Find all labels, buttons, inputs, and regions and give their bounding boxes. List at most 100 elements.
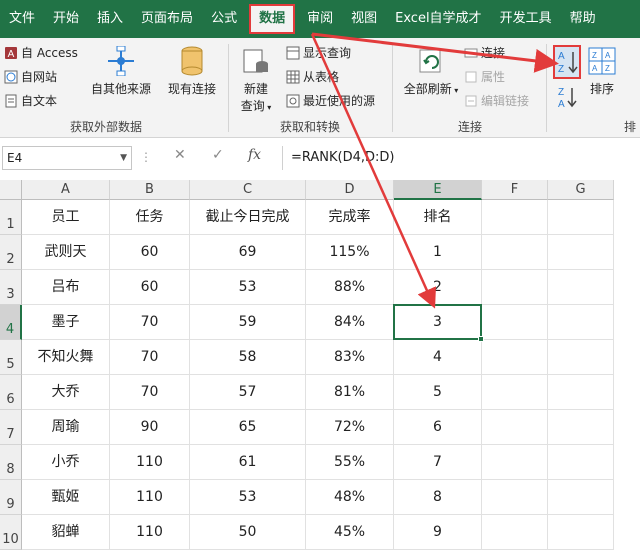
tab-help[interactable]: 帮助: [561, 0, 605, 38]
column-header-e[interactable]: E: [394, 180, 482, 200]
cancel-icon[interactable]: ✕: [174, 147, 186, 163]
tab-formulas[interactable]: 公式: [202, 0, 246, 38]
tab-excel-self-study[interactable]: Excel自学成才: [386, 0, 490, 38]
column-header-b[interactable]: B: [110, 180, 190, 200]
cell-f7[interactable]: [482, 410, 548, 445]
cell-a4[interactable]: 墨子: [22, 305, 110, 340]
cell-e3[interactable]: 2: [394, 270, 482, 305]
column-header-a[interactable]: A: [22, 180, 110, 200]
row-header-3[interactable]: 3: [0, 270, 22, 305]
tab-home[interactable]: 开始: [44, 0, 88, 38]
cell-d10[interactable]: 45%: [306, 515, 394, 550]
from-access-button[interactable]: A 自 Access: [4, 44, 78, 61]
cell-f4[interactable]: [482, 305, 548, 340]
row-header-2[interactable]: 2: [0, 235, 22, 270]
name-box[interactable]: E4 ▼: [2, 146, 132, 170]
cell-c10[interactable]: 50: [190, 515, 306, 550]
new-query-button[interactable]: 新建 查询 ▾: [236, 46, 276, 114]
cell-d6[interactable]: 81%: [306, 375, 394, 410]
insert-function-icon[interactable]: fx: [248, 147, 261, 163]
cell-a9[interactable]: 甄姬: [22, 480, 110, 515]
cell-e10[interactable]: 9: [394, 515, 482, 550]
cell-e9[interactable]: 8: [394, 480, 482, 515]
recent-sources-button[interactable]: 最近使用的源: [286, 92, 375, 109]
cell-g4[interactable]: [548, 305, 614, 340]
cell-a6[interactable]: 大乔: [22, 375, 110, 410]
edit-links-button[interactable]: 编辑链接: [464, 92, 529, 109]
cell-b8[interactable]: 110: [110, 445, 190, 480]
row-header-4[interactable]: 4: [0, 305, 22, 340]
cell-f9[interactable]: [482, 480, 548, 515]
row-header-5[interactable]: 5: [0, 340, 22, 375]
cell-g8[interactable]: [548, 445, 614, 480]
cell-f2[interactable]: [482, 235, 548, 270]
cell-c1[interactable]: 截止今日完成: [190, 200, 306, 235]
row-header-1[interactable]: 1: [0, 200, 22, 235]
cell-d1[interactable]: 完成率: [306, 200, 394, 235]
cell-b4[interactable]: 70: [110, 305, 190, 340]
cell-a10[interactable]: 貂蝉: [22, 515, 110, 550]
row-header-6[interactable]: 6: [0, 375, 22, 410]
cell-g5[interactable]: [548, 340, 614, 375]
cell-c8[interactable]: 61: [190, 445, 306, 480]
tab-insert[interactable]: 插入: [88, 0, 132, 38]
cell-a5[interactable]: 不知火舞: [22, 340, 110, 375]
cell-g9[interactable]: [548, 480, 614, 515]
cell-c6[interactable]: 57: [190, 375, 306, 410]
cell-d3[interactable]: 88%: [306, 270, 394, 305]
cell-c3[interactable]: 53: [190, 270, 306, 305]
column-header-f[interactable]: F: [482, 180, 548, 200]
row-header-9[interactable]: 9: [0, 480, 22, 515]
cell-d9[interactable]: 48%: [306, 480, 394, 515]
cell-c9[interactable]: 53: [190, 480, 306, 515]
enter-icon[interactable]: ✓: [212, 147, 224, 163]
from-table-button[interactable]: 从表格: [286, 68, 339, 85]
row-header-10[interactable]: 10: [0, 515, 22, 550]
cell-d2[interactable]: 115%: [306, 235, 394, 270]
show-query-button[interactable]: 显示查询: [286, 44, 351, 61]
worksheet-grid[interactable]: A B C D E F G 1 员工 任务 截止今日完成 完成率 排名 2 武则天 60 69 115% 1 3 吕布 6…: [0, 180, 640, 556]
cell-b6[interactable]: 70: [110, 375, 190, 410]
cell-b5[interactable]: 70: [110, 340, 190, 375]
from-other-sources-button[interactable]: 自其他来源: [88, 46, 154, 97]
chevron-down-icon[interactable]: ▼: [120, 147, 127, 169]
tab-review[interactable]: 审阅: [298, 0, 342, 38]
connections-button[interactable]: 连接: [464, 44, 505, 61]
cell-g2[interactable]: [548, 235, 614, 270]
refresh-all-button[interactable]: 全部刷新 ▾: [402, 46, 460, 97]
cell-a3[interactable]: 吕布: [22, 270, 110, 305]
cell-e6[interactable]: 5: [394, 375, 482, 410]
cell-e7[interactable]: 6: [394, 410, 482, 445]
properties-button[interactable]: 属性: [464, 68, 505, 85]
existing-connections-button[interactable]: 现有连接: [162, 46, 222, 97]
cell-f10[interactable]: [482, 515, 548, 550]
column-header-g[interactable]: G: [548, 180, 614, 200]
column-header-c[interactable]: C: [190, 180, 306, 200]
cell-f5[interactable]: [482, 340, 548, 375]
cell-f6[interactable]: [482, 375, 548, 410]
cell-d7[interactable]: 72%: [306, 410, 394, 445]
cell-g10[interactable]: [548, 515, 614, 550]
cell-f1[interactable]: [482, 200, 548, 235]
cell-e2[interactable]: 1: [394, 235, 482, 270]
cell-c2[interactable]: 69: [190, 235, 306, 270]
cell-b1[interactable]: 任务: [110, 200, 190, 235]
cell-d8[interactable]: 55%: [306, 445, 394, 480]
row-header-7[interactable]: 7: [0, 410, 22, 445]
cell-a1[interactable]: 员工: [22, 200, 110, 235]
cell-a2[interactable]: 武则天: [22, 235, 110, 270]
tab-developer[interactable]: 开发工具: [491, 0, 561, 38]
cell-e8[interactable]: 7: [394, 445, 482, 480]
cell-g3[interactable]: [548, 270, 614, 305]
cell-f3[interactable]: [482, 270, 548, 305]
tab-data[interactable]: 数据: [249, 4, 296, 34]
cell-b2[interactable]: 60: [110, 235, 190, 270]
sort-button[interactable]: ZAAZ 排序: [584, 46, 620, 97]
cell-g6[interactable]: [548, 375, 614, 410]
sort-descending-button[interactable]: ZA: [556, 84, 580, 110]
cell-g7[interactable]: [548, 410, 614, 445]
cell-b10[interactable]: 110: [110, 515, 190, 550]
cell-g1[interactable]: [548, 200, 614, 235]
cell-b7[interactable]: 90: [110, 410, 190, 445]
cell-a8[interactable]: 小乔: [22, 445, 110, 480]
